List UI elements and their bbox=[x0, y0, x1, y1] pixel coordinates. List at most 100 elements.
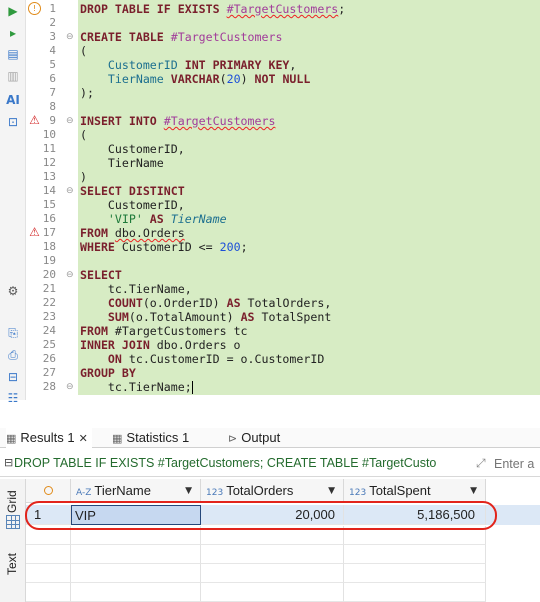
fold-icon[interactable]: ⊖ bbox=[66, 30, 76, 44]
gutter-line: 21 bbox=[26, 282, 78, 296]
settings-icon[interactable]: ⚙ bbox=[5, 283, 21, 299]
chevron-down-icon[interactable]: ▼ bbox=[185, 479, 192, 503]
fold-icon[interactable]: ⊖ bbox=[66, 184, 76, 198]
cell-tiername[interactable]: VIP bbox=[71, 505, 201, 525]
query-text: DROP TABLE IF EXISTS #TargetCustomers; C… bbox=[14, 456, 437, 470]
ai-assistant-icon[interactable]: AI bbox=[5, 92, 21, 108]
empty-cell bbox=[201, 583, 344, 602]
code-token: #TargetCustomers bbox=[163, 114, 276, 128]
fold-icon[interactable]: ⊖ bbox=[66, 114, 76, 128]
grid-view-tab[interactable]: Grid bbox=[5, 483, 19, 513]
empty-cell bbox=[344, 583, 486, 602]
cell-totalspent[interactable]: 5,186,500 bbox=[344, 505, 486, 525]
explain-plan-icon[interactable]: ▤ bbox=[5, 46, 21, 62]
output-icon: ⊳ bbox=[228, 432, 238, 445]
code-area[interactable]: DROP TABLE IF EXISTS #TargetCustomers; C… bbox=[78, 0, 540, 395]
line-number: 9 bbox=[49, 114, 56, 127]
gutter-line: 16 bbox=[26, 212, 78, 226]
tab-statistics-1[interactable]: ▦ Statistics 1 bbox=[112, 428, 189, 448]
code-token: COUNT bbox=[107, 296, 143, 310]
empty-cell bbox=[71, 564, 201, 583]
load-plan-icon[interactable]: ▥ bbox=[5, 68, 21, 84]
results-grid[interactable]: A-Z TierName ▼ 123 TotalOrders ▼ 123 TotalSpe… bbox=[26, 479, 540, 602]
row-number: 1 bbox=[26, 505, 71, 525]
results-tab-bar: ▦ Results 1 ✕ ▦ Statistics 1 ⊳ Output bbox=[0, 428, 540, 448]
empty-cell bbox=[344, 526, 486, 545]
code-token: #TargetCustomers tc bbox=[114, 324, 248, 338]
tab-statistics-label: Statistics 1 bbox=[126, 430, 190, 445]
table-row[interactable]: 1 VIP 20,000 5,186,500 bbox=[26, 505, 540, 525]
expand-icon[interactable]: ⤢ bbox=[476, 456, 486, 471]
execute-icon[interactable]: ▶ bbox=[5, 3, 21, 19]
code-lines: DROP TABLE IF EXISTS #TargetCustomers; C… bbox=[80, 2, 352, 394]
cell-totalorders[interactable]: 20,000 bbox=[201, 505, 344, 525]
code-line: INNER JOIN dbo.Orders o bbox=[80, 338, 352, 352]
code-token: VARCHAR bbox=[163, 72, 220, 86]
fold-icon[interactable]: ⊖ bbox=[66, 268, 76, 282]
grid-icon[interactable] bbox=[6, 515, 20, 529]
gutter-line: 13 bbox=[26, 170, 78, 184]
format-icon[interactable]: ⎘ bbox=[5, 325, 21, 341]
column-header-tiername[interactable]: A-Z TierName ▼ bbox=[71, 479, 201, 503]
text-view-tab[interactable]: Text bbox=[5, 545, 19, 575]
code-token: WHERE bbox=[80, 240, 122, 254]
code-token: #TargetCustomers bbox=[226, 2, 339, 16]
save-script-icon[interactable]: ⎙ bbox=[5, 347, 21, 363]
line-number: 7 bbox=[49, 86, 56, 99]
code-token: TotalSpent bbox=[254, 310, 332, 324]
outline-icon[interactable]: ☷ bbox=[5, 390, 21, 406]
code-line: TierName bbox=[80, 156, 352, 170]
code-line: tc.TierName, bbox=[80, 282, 352, 296]
execute-script-icon[interactable]: ▸ bbox=[5, 25, 21, 41]
code-line: DROP TABLE IF EXISTS #TargetCustomers; bbox=[80, 2, 352, 16]
fold-icon[interactable]: ⊖ bbox=[66, 380, 76, 394]
code-line: FROM #TargetCustomers tc bbox=[80, 324, 352, 338]
code-token: INSERT INTO bbox=[80, 114, 164, 128]
column-header-totalspent[interactable]: 123 TotalSpent ▼ bbox=[344, 479, 486, 503]
filter-icon[interactable]: ⊟ bbox=[4, 456, 13, 469]
text-caret bbox=[191, 381, 193, 394]
filter-input[interactable] bbox=[494, 455, 540, 473]
code-token: ( bbox=[219, 72, 227, 86]
gutter-line: 27 bbox=[26, 366, 78, 380]
gutter-line: ! 1 bbox=[26, 2, 78, 16]
code-line: SELECT DISTINCT bbox=[80, 184, 352, 198]
gutter-line: 12 bbox=[26, 156, 78, 170]
tab-output-label: Output bbox=[241, 430, 281, 445]
column-label: TierName bbox=[94, 483, 151, 498]
gutter-line: ⚠ 9 ⊖ bbox=[26, 114, 78, 128]
chevron-down-icon[interactable]: ▼ bbox=[328, 479, 335, 503]
empty-cell bbox=[26, 564, 71, 583]
row-number-header[interactable] bbox=[26, 479, 71, 503]
export-icon[interactable]: ⊡ bbox=[5, 114, 21, 130]
gutter-line: 5 bbox=[26, 58, 78, 72]
code-line: WHERE CustomerID <= 200; bbox=[80, 240, 352, 254]
gutter-line: 23 bbox=[26, 310, 78, 324]
tab-results-1[interactable]: ▦ Results 1 ✕ bbox=[6, 428, 92, 448]
line-number: 4 bbox=[49, 44, 56, 57]
gutter-line: 8 bbox=[26, 100, 78, 114]
chevron-down-icon[interactable]: ▼ bbox=[470, 479, 477, 503]
code-token: AS bbox=[240, 310, 255, 324]
line-number: 25 bbox=[42, 338, 56, 351]
code-line: SELECT bbox=[80, 268, 352, 282]
tab-output[interactable]: ⊳ Output bbox=[228, 428, 280, 448]
gutter-line: 20 ⊖ bbox=[26, 268, 78, 282]
code-token: tc.TierName; bbox=[80, 380, 192, 394]
column-header-totalorders[interactable]: 123 TotalOrders ▼ bbox=[201, 479, 344, 503]
gutter-line: 15 bbox=[26, 198, 78, 212]
column-label: TotalSpent bbox=[369, 483, 431, 498]
gutter-line: 6 bbox=[26, 72, 78, 86]
code-line: TierName VARCHAR(20) NOT NULL bbox=[80, 72, 352, 86]
line-gutter: ! 1 2 3 ⊖ 4 5 6 7 8 ⚠ 9 ⊖ 10 11 12 13 14 ⊖ 15 16 ⚠ 17 18 19 20 ⊖ 21… bbox=[26, 0, 78, 400]
code-token: AS bbox=[142, 212, 171, 226]
load-script-icon[interactable]: ⊟ bbox=[5, 369, 21, 385]
sql-editor[interactable]: ▶ ▸ ▤ ▥ AI ⊡ ⚙ ⎘ ⎙ ⊟ ☷ ! 1 2 3 ⊖ 4 5 6 7 8 ⚠ 9 ⊖ 10 11… bbox=[0, 0, 540, 405]
gutter-line: 7 bbox=[26, 86, 78, 100]
close-icon[interactable]: ✕ bbox=[79, 432, 88, 445]
line-number: 15 bbox=[42, 198, 56, 211]
